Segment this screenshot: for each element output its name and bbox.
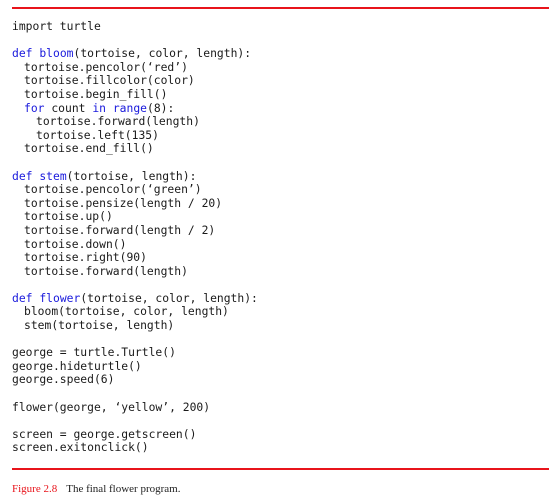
code-line: tortoise.forward(length / 2) (12, 222, 258, 238)
code-keyword: def (12, 290, 40, 305)
code-line: tortoise.pencolor(‘green’) (12, 182, 258, 197)
code-keyword: bloom (39, 46, 74, 61)
code-text: tortoise.pencolor(‘green’) (24, 182, 202, 197)
code-line: george.hideturtle() (12, 358, 258, 374)
code-text: (8): (146, 100, 175, 115)
code-keyword: in (92, 100, 106, 115)
code-text: bloom(tortoise, color, length) (24, 304, 229, 319)
code-text: screen.exitonclick() (12, 440, 149, 455)
code-text: tortoise.forward(length) (36, 114, 200, 129)
code-line: screen.exitonclick() (12, 441, 258, 455)
code-text: george.hideturtle() (12, 358, 142, 373)
code-line: tortoise.forward(length) (12, 114, 258, 129)
code-text: tortoise.begin_fill() (24, 86, 168, 101)
code-text: tortoise.right(90) (24, 250, 147, 265)
code-line: def flower(tortoise, color, length): (12, 290, 258, 306)
code-text: flower(george, ‘yellow’, 200) (12, 399, 211, 414)
code-line: import turtle (12, 19, 258, 34)
code-text: tortoise.pensize(length / 20) (24, 195, 223, 210)
code-line: tortoise.fillcolor(color) (12, 74, 258, 88)
code-line: tortoise.forward(length) (12, 263, 258, 279)
code-text: george.speed(6) (12, 372, 115, 387)
code-keyword: stem (39, 168, 67, 183)
code-line: def bloom(tortoise, color, length): (12, 46, 258, 61)
code-line: tortoise.end_fill() (12, 142, 258, 156)
code-line: tortoise.left(135) (12, 127, 258, 143)
code-keyword: def (12, 168, 40, 183)
figure-caption: Figure 2.8 The final flower program. (12, 483, 180, 495)
code-text: tortoise.pencolor(‘red’) (24, 59, 188, 74)
code-keyword: range (112, 100, 147, 115)
bottom-rule (12, 468, 549, 470)
code-text: tortoise.forward(length) (24, 263, 188, 278)
code-text: george = turtle.Turtle() (12, 345, 176, 360)
code-line: stem(tortoise, length) (12, 318, 258, 333)
code-text: screen = george.getscreen() (12, 426, 197, 441)
code-line: george.speed(6) (12, 373, 258, 387)
code-listing: import turtle def bloom(tortoise, color, … (12, 19, 258, 455)
code-line: tortoise.up() (12, 210, 258, 224)
code-text: (tortoise, color, length): (80, 290, 258, 305)
code-text: (tortoise, length): (66, 168, 197, 183)
code-line: tortoise.pencolor(‘red’) (12, 59, 258, 75)
code-text: (tortoise, color, length): (73, 46, 252, 61)
code-line: def stem(tortoise, length): (12, 168, 258, 184)
code-line: tortoise.right(90) (12, 250, 258, 265)
code-line: bloom(tortoise, color, length) (12, 305, 258, 319)
code-text: tortoise.forward(length / 2) (24, 222, 216, 237)
code-text: tortoise.down() (24, 236, 127, 251)
code-text: import turtle (12, 19, 101, 33)
code-line: screen = george.getscreen() (12, 426, 258, 442)
code-text: tortoise.fillcolor(color) (24, 73, 195, 88)
top-rule (12, 7, 549, 9)
code-keyword: for (24, 100, 45, 115)
figure-number: Figure 2.8 (12, 483, 58, 495)
code-line: tortoise.begin_fill() (12, 86, 258, 102)
code-text: count (44, 100, 93, 115)
code-line: for count in range(8): (12, 100, 258, 116)
code-keyword: flower (39, 290, 81, 305)
code-text: stem(tortoise, length) (24, 318, 175, 333)
code-line: george = turtle.Turtle() (12, 345, 258, 360)
caption-text: The final flower program. (66, 483, 181, 495)
code-text: tortoise.end_fill() (24, 141, 154, 156)
code-text: tortoise.left(135) (36, 127, 159, 142)
code-line: tortoise.pensize(length / 20) (12, 195, 258, 211)
code-keyword: def (12, 46, 40, 61)
code-line: tortoise.down() (12, 236, 258, 252)
code-text: tortoise.up() (24, 209, 113, 224)
code-line: flower(george, ‘yellow’, 200) (12, 399, 258, 415)
